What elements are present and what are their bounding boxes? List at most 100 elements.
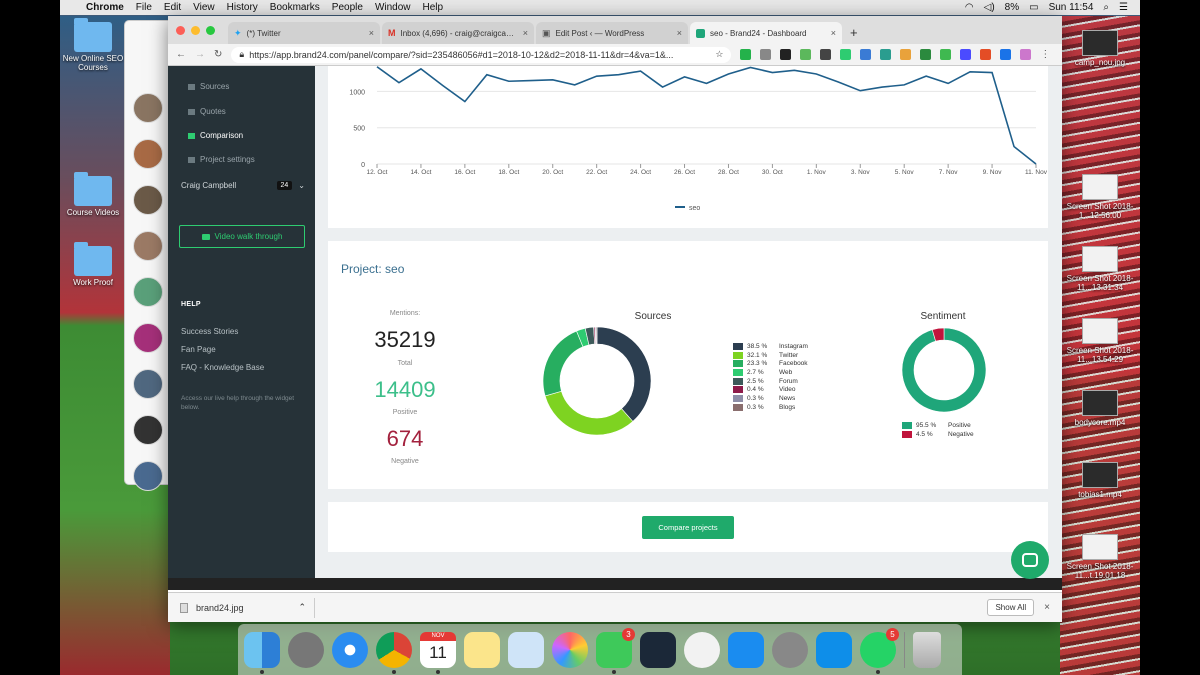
steam-icon[interactable] — [640, 631, 676, 668]
avatar[interactable] — [133, 231, 163, 261]
avatar[interactable] — [133, 461, 163, 491]
menubar-clock[interactable]: Sun 11:54 — [1049, 2, 1094, 13]
desktop-folder-work-proof[interactable]: Work Proof — [60, 242, 128, 287]
safari-icon[interactable] — [332, 631, 368, 668]
menu-help[interactable]: Help — [423, 2, 444, 13]
close-window-button[interactable] — [176, 26, 185, 35]
help-link-faq[interactable]: FAQ - Knowledge Base — [181, 363, 264, 372]
close-download-bar-icon[interactable]: × — [1044, 602, 1050, 613]
launchpad-icon[interactable] — [288, 631, 324, 668]
photos-icon[interactable] — [552, 631, 588, 668]
chevron-up-icon[interactable]: ⌃ — [298, 602, 306, 613]
menu-people[interactable]: People — [332, 2, 363, 13]
menu-file[interactable]: File — [136, 2, 152, 13]
messages-icon[interactable]: 3 — [596, 627, 635, 674]
close-tab-icon[interactable]: × — [831, 28, 836, 38]
desktop-file-screenshot-3[interactable]: Screen Shot 2018-11...13.54.29 — [1065, 318, 1135, 364]
extension-icon[interactable] — [800, 49, 812, 60]
extension-icon[interactable] — [840, 49, 852, 60]
tab-gmail[interactable]: M Inbox (4,696) - craig@craigcampbell.co… — [382, 22, 534, 44]
extension-icon[interactable] — [760, 49, 772, 60]
app-store-icon[interactable] — [728, 631, 764, 668]
desktop-folder-seo-courses[interactable]: New Online SEO Courses — [60, 18, 128, 72]
extension-icon[interactable] — [820, 49, 832, 60]
desktop-file-camp-nou[interactable]: camp_nou.jpg — [1065, 30, 1135, 67]
show-all-downloads-button[interactable]: Show All — [987, 599, 1035, 616]
reload-icon[interactable]: ↻ — [214, 49, 222, 60]
close-tab-icon[interactable]: × — [369, 28, 374, 38]
compare-projects-button[interactable]: Compare projects — [642, 516, 734, 539]
preview-icon[interactable] — [508, 631, 544, 668]
avatar[interactable] — [133, 139, 163, 169]
extension-icon[interactable] — [900, 49, 912, 60]
battery-percent[interactable]: 8% — [1005, 2, 1019, 13]
avatar[interactable] — [133, 93, 163, 123]
buffer-extension-icon[interactable] — [780, 49, 792, 60]
desktop-file-tobias[interactable]: tobias1.mp4 — [1065, 462, 1135, 499]
minimize-window-button[interactable] — [191, 26, 200, 35]
whatsapp-icon[interactable]: 5 — [860, 627, 899, 674]
new-tab-button[interactable]: + — [850, 25, 858, 40]
desktop-file-screenshot-4[interactable]: Screen Shot 2018-11...t.19.01.18 — [1065, 534, 1135, 580]
live-chat-button[interactable] — [1011, 541, 1049, 579]
avatar[interactable] — [133, 369, 163, 399]
extension-icon[interactable] — [920, 49, 932, 60]
extension-icon[interactable] — [960, 49, 972, 60]
grammarly-extension-icon[interactable] — [740, 49, 752, 60]
tab-brand24[interactable]: seo - Brand24 - Dashboard × — [690, 22, 842, 44]
menu-window[interactable]: Window — [375, 2, 411, 13]
extension-icon[interactable] — [980, 49, 992, 60]
desktop-file-screenshot-2[interactable]: Screen Shot 2018-11...13.31.34 — [1065, 246, 1135, 292]
finder-icon[interactable] — [244, 631, 280, 674]
menu-list-icon[interactable]: ☰ — [1119, 2, 1128, 13]
chrome-icon[interactable] — [376, 631, 412, 674]
search-icon[interactable]: ⌕ — [1103, 2, 1109, 13]
video-walkthrough-button[interactable]: Video walk through — [179, 225, 305, 248]
sidebar-item-comparison[interactable]: Comparison — [188, 131, 243, 140]
battery-icon[interactable]: ▭ — [1029, 2, 1038, 13]
calendar-icon[interactable]: NOV 11 — [420, 631, 456, 674]
menu-history[interactable]: History — [227, 2, 258, 13]
sidebar-item-project-settings[interactable]: Project settings — [188, 155, 255, 164]
menu-view[interactable]: View — [193, 2, 215, 13]
desktop-folder-course-videos[interactable]: Course Videos — [60, 172, 128, 217]
avatar[interactable] — [133, 185, 163, 215]
profile-avatar[interactable] — [1020, 49, 1032, 60]
maximize-window-button[interactable] — [206, 26, 215, 35]
itunes-icon[interactable] — [684, 631, 720, 668]
page-footer-strip — [168, 578, 1062, 590]
avatar[interactable] — [133, 415, 163, 445]
avatar[interactable] — [133, 277, 163, 307]
menu-bookmarks[interactable]: Bookmarks — [270, 2, 320, 13]
download-item[interactable]: brand24.jpg ⌃ — [180, 597, 315, 618]
extension-icon[interactable] — [860, 49, 872, 60]
back-arrow-icon[interactable]: ← — [176, 49, 186, 60]
extension-icon[interactable] — [880, 49, 892, 60]
volume-icon[interactable]: ◁) — [984, 2, 995, 13]
notes-icon[interactable] — [464, 631, 500, 668]
extension-icon[interactable] — [940, 49, 952, 60]
chrome-menu-icon[interactable]: ⋮ — [1040, 49, 1050, 60]
address-bar[interactable]: 🔒︎ https://app.brand24.com/panel/compare… — [231, 46, 732, 63]
menu-app-name[interactable]: Chrome — [86, 2, 124, 13]
help-link-success-stories[interactable]: Success Stories — [181, 327, 238, 336]
tab-wordpress[interactable]: ▣ Edit Post ‹ — WordPress × — [536, 22, 688, 44]
teamviewer-icon[interactable] — [816, 631, 852, 668]
forward-arrow-icon[interactable]: → — [195, 49, 205, 60]
wifi-icon[interactable]: ◠ — [965, 2, 974, 13]
desktop-file-bodycore[interactable]: bodycore.mp4 — [1065, 390, 1135, 427]
close-tab-icon[interactable]: × — [677, 28, 682, 38]
trash-icon[interactable] — [913, 631, 941, 668]
close-tab-icon[interactable]: × — [523, 28, 528, 38]
bookmark-star-icon[interactable]: ☆ — [715, 49, 723, 60]
sidebar-item-sources[interactable]: Sources — [188, 82, 229, 91]
desktop-file-screenshot-1[interactable]: Screen Shot 2018-1...12.56.00 — [1065, 174, 1135, 220]
menu-edit[interactable]: Edit — [164, 2, 181, 13]
system-preferences-icon[interactable] — [772, 631, 808, 668]
user-menu[interactable]: Craig Campbell 24 ⌄ — [181, 181, 305, 190]
tab-twitter[interactable]: ✦ (*) Twitter × — [228, 22, 380, 44]
sidebar-item-quotes[interactable]: Quotes — [188, 107, 226, 116]
avatar[interactable] — [133, 323, 163, 353]
help-link-fan-page[interactable]: Fan Page — [181, 345, 216, 354]
extension-icon[interactable] — [1000, 49, 1012, 60]
